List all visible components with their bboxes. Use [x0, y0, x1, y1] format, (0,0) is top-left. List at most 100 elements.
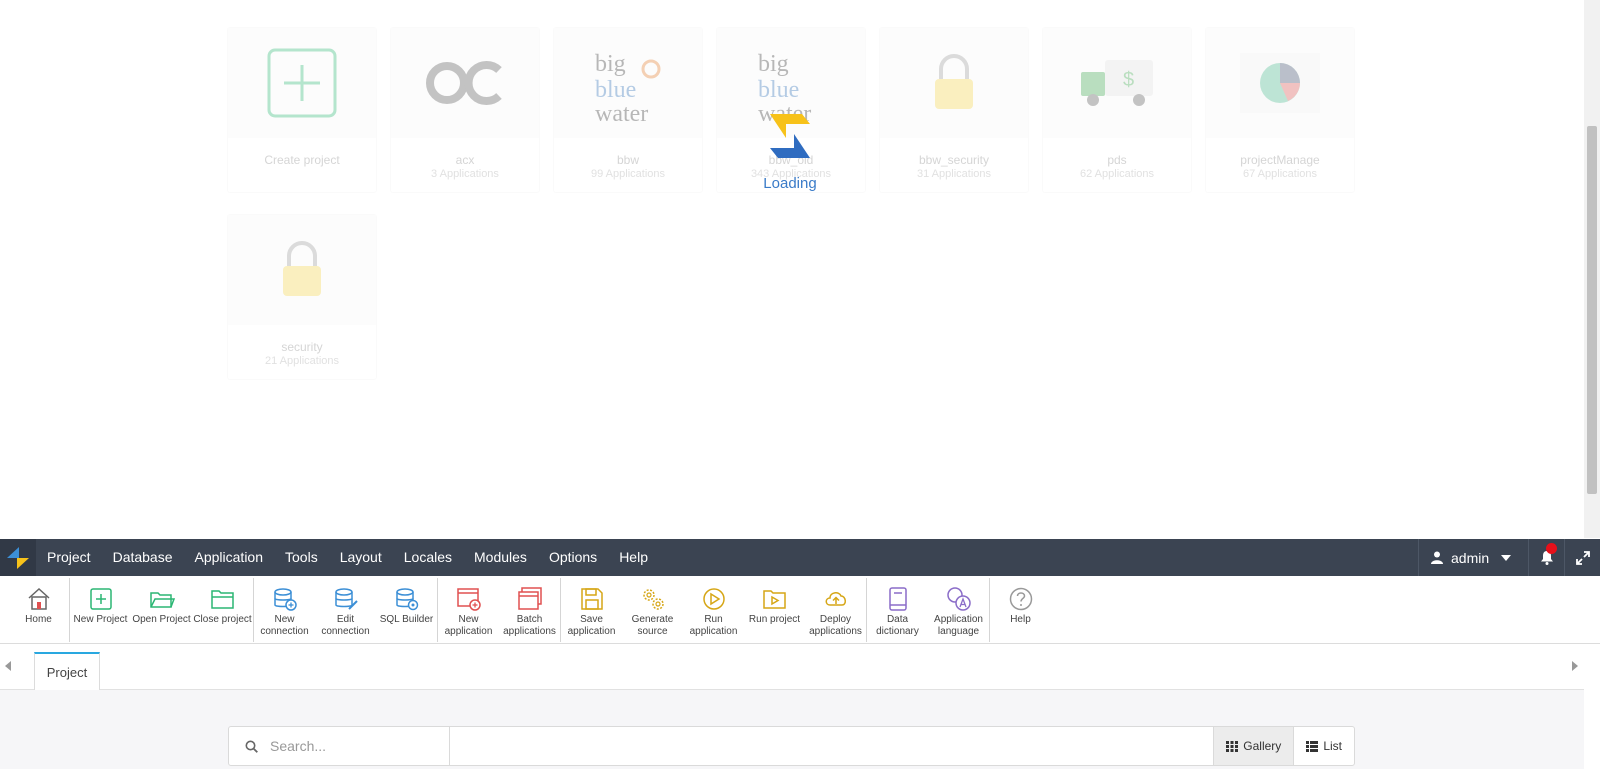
svg-text:$: $ — [1123, 69, 1134, 91]
toolbar-group-run: Save application Generate source Run app… — [561, 578, 867, 642]
open-project-button[interactable]: Open Project — [131, 578, 192, 642]
project-card-bbw-security[interactable]: bbw_security 31 Applications — [879, 27, 1029, 193]
project-thumb-projectmanage — [1206, 28, 1354, 138]
search-input[interactable] — [270, 738, 430, 754]
tab-scroll-right[interactable] — [1570, 659, 1580, 673]
svg-text:blue: blue — [758, 77, 799, 103]
menu-locales[interactable]: Locales — [393, 539, 463, 576]
pie-chart-icon — [1240, 53, 1320, 113]
vertical-scrollbar[interactable] — [1584, 0, 1600, 538]
data-dictionary-button[interactable]: Data dictionary — [867, 578, 928, 642]
notifications-button[interactable] — [1528, 539, 1564, 576]
menu-layout[interactable]: Layout — [329, 539, 393, 576]
tab-scroll-left[interactable] — [3, 659, 13, 673]
search-box — [229, 727, 450, 765]
card-name: pds — [1107, 153, 1127, 167]
save-application-label: Save application — [567, 614, 616, 637]
new-application-label: New application — [444, 614, 493, 637]
svg-text:big: big — [595, 51, 626, 77]
application-language-label: Application language — [934, 614, 983, 637]
close-project-label: Close project — [193, 614, 252, 625]
new-project-button[interactable]: New Project — [70, 578, 131, 642]
project-thumb-acx — [391, 28, 539, 138]
batch-applications-button[interactable]: Batch applications — [499, 578, 560, 642]
new-connection-icon — [273, 588, 297, 611]
project-content: Gallery List — [0, 690, 1584, 769]
application-language-button[interactable]: Application language — [928, 578, 989, 642]
help-label: Help — [1010, 614, 1031, 625]
notification-badge — [1546, 543, 1557, 554]
project-card-bbw[interactable]: big blue water bbw 99 Applications — [553, 27, 703, 193]
card-count: 67 Applications — [1243, 168, 1317, 180]
scrollbar-thumb[interactable] — [1587, 126, 1597, 494]
card-count: 99 Applications — [591, 168, 665, 180]
card-name: bbw_security — [918, 153, 990, 167]
generate-source-label: Generate source — [631, 614, 674, 637]
caret-left-icon — [5, 661, 11, 671]
new-application-icon — [456, 588, 481, 611]
help-button[interactable]: Help — [990, 578, 1051, 642]
menu-application[interactable]: Application — [184, 539, 275, 576]
acx-logo-icon — [426, 61, 502, 105]
application-language-icon — [946, 587, 971, 611]
batch-applications-icon — [517, 587, 542, 610]
menu-modules[interactable]: Modules — [463, 539, 538, 576]
new-project-label: New Project — [73, 614, 128, 625]
bbw-logo-icon: bigbluewater — [595, 51, 661, 123]
user-menu[interactable]: admin — [1418, 539, 1528, 576]
menubar-right: admin — [1418, 539, 1600, 576]
grid-icon — [1226, 740, 1239, 752]
close-project-button[interactable]: Close project — [192, 578, 253, 642]
new-connection-label: New connection — [260, 614, 309, 637]
new-application-button[interactable]: New application — [438, 578, 499, 642]
create-project-thumb — [228, 28, 376, 138]
search-bar: Gallery List — [228, 726, 1355, 766]
toolbar-group-project: New Project Open Project Close project — [70, 578, 254, 642]
run-project-button[interactable]: Run project — [744, 578, 805, 642]
edit-connection-label: Edit connection — [321, 614, 370, 637]
project-card-pds[interactable]: $ pds 62 Applications — [1042, 27, 1192, 193]
generate-source-button[interactable]: Generate source — [622, 578, 683, 642]
toolbar-group-application: New application Batch applications — [438, 578, 561, 642]
deploy-applications-button[interactable]: Deploy applications — [805, 578, 866, 642]
toolbar-group-connection: New connection Edit connection SQL Build… — [254, 578, 438, 642]
scriptcase-logo-icon — [7, 546, 29, 569]
sql-builder-button[interactable]: SQL Builder — [376, 578, 437, 642]
menu-database[interactable]: Database — [102, 539, 184, 576]
fullscreen-button[interactable] — [1564, 539, 1600, 576]
toolbar-group-dictionary: Data dictionary Application language — [867, 578, 990, 642]
data-dictionary-icon — [888, 587, 907, 611]
create-project-card[interactable]: Create project — [227, 27, 377, 193]
edit-connection-button[interactable]: Edit connection — [315, 578, 376, 642]
project-gallery: Create project acx 3 Applications big blu… — [0, 0, 1584, 538]
truck-icon: $ — [1081, 59, 1153, 106]
tab-project[interactable]: Project — [34, 652, 100, 690]
project-card-security[interactable]: security 21 Applications — [227, 214, 377, 380]
run-application-button[interactable]: Run application — [683, 578, 744, 642]
toolbar-group-home: Home — [8, 578, 70, 642]
menu-tools[interactable]: Tools — [274, 539, 329, 576]
project-card-projectmanage[interactable]: projectManage 67 Applications — [1205, 27, 1355, 193]
menu-bar: Project Database Application Tools Layou… — [0, 539, 1600, 576]
card-name: bbw — [616, 153, 639, 167]
user-name: admin — [1451, 549, 1490, 566]
generate-source-icon — [642, 589, 664, 610]
gallery-view-button[interactable]: Gallery — [1213, 727, 1294, 765]
menu-project[interactable]: Project — [36, 539, 102, 576]
app-logo[interactable] — [0, 539, 36, 576]
project-card-acx[interactable]: acx 3 Applications — [390, 27, 540, 193]
list-view-label: List — [1323, 739, 1342, 753]
gallery-view-label: Gallery — [1243, 739, 1282, 753]
menu-options[interactable]: Options — [538, 539, 608, 576]
run-project-label: Run project — [748, 614, 801, 625]
home-button[interactable]: Home — [8, 578, 69, 642]
search-icon — [245, 740, 258, 753]
menu-help[interactable]: Help — [608, 539, 659, 576]
save-application-icon — [580, 588, 603, 610]
list-view-button[interactable]: List — [1293, 727, 1354, 765]
save-application-button[interactable]: Save application — [561, 578, 622, 642]
loading-logo-icon — [770, 114, 810, 158]
new-connection-button[interactable]: New connection — [254, 578, 315, 642]
data-dictionary-label: Data dictionary — [876, 614, 919, 637]
card-name: Create project — [264, 153, 340, 167]
